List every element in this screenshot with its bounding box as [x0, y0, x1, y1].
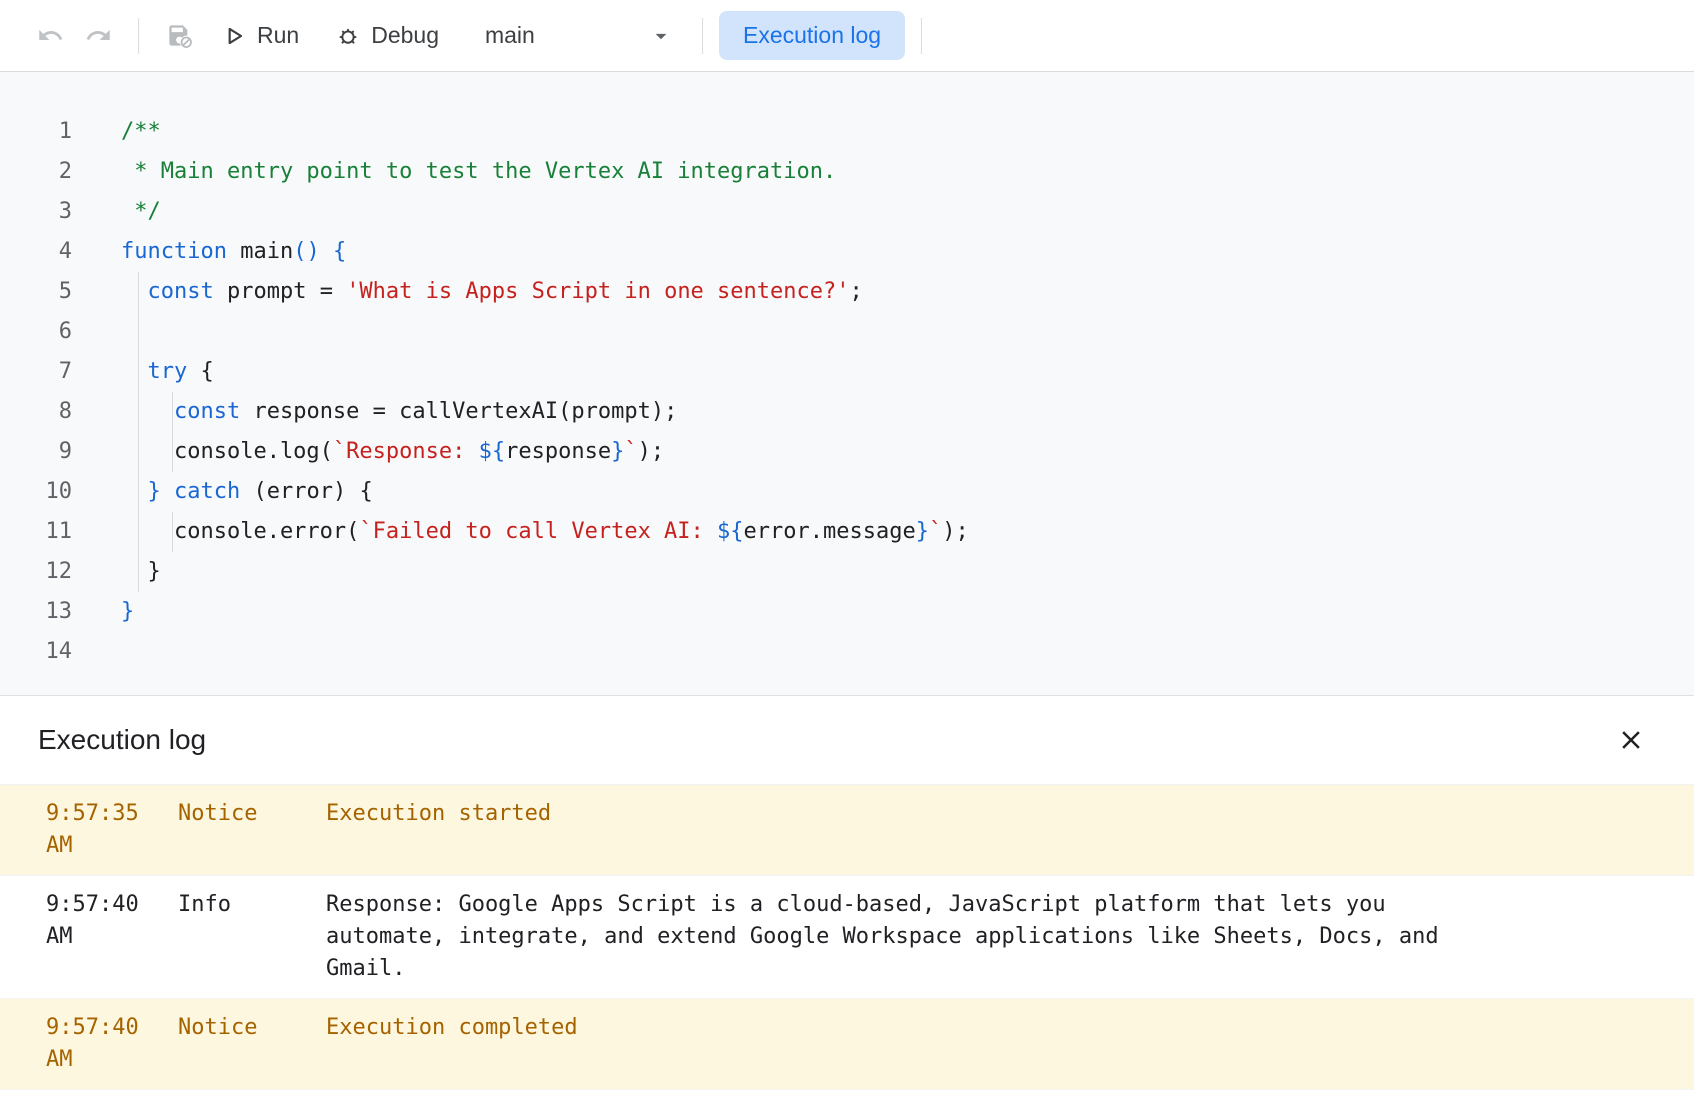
- line-number[interactable]: 1: [0, 112, 72, 152]
- redo-button[interactable]: [74, 12, 122, 60]
- code-text: } catch (error) {: [121, 472, 373, 512]
- log-row: 9:57:40 AMNoticeExecution completed: [0, 999, 1694, 1090]
- line-number[interactable]: 5: [0, 272, 72, 312]
- code-line[interactable]: 4 function main() {: [0, 232, 1694, 272]
- toolbar-divider: [138, 18, 139, 54]
- indent-guide: [172, 392, 173, 472]
- code-line[interactable]: 1 /**: [0, 112, 1694, 152]
- code-lines: 1/**2 * Main entry point to test the Ver…: [0, 112, 1694, 672]
- line-number[interactable]: 13: [0, 592, 72, 632]
- toolbar-divider: [702, 18, 703, 54]
- code-text: * Main entry point to test the Vertex AI…: [121, 152, 836, 192]
- code-text: */: [121, 192, 161, 232]
- function-selector[interactable]: main: [471, 12, 686, 60]
- log-time: 9:57:40 AM: [0, 1012, 178, 1076]
- execution-log-button[interactable]: Execution log: [719, 11, 905, 60]
- code-text: }: [121, 552, 161, 592]
- play-icon: [221, 23, 247, 49]
- code-line[interactable]: 6: [0, 312, 1694, 352]
- line-number[interactable]: 10: [0, 472, 72, 512]
- function-selector-value: main: [485, 22, 535, 49]
- indent-guide: [138, 272, 139, 592]
- close-button[interactable]: [1612, 721, 1650, 759]
- code-text: console.error(`Failed to call Vertex AI:…: [121, 512, 969, 552]
- line-number[interactable]: 8: [0, 392, 72, 432]
- log-row: 9:57:35 AMNoticeExecution started: [0, 785, 1694, 876]
- log-row: 9:57:40 AMInfoResponse: Google Apps Scri…: [0, 876, 1694, 999]
- code-line[interactable]: 14: [0, 632, 1694, 672]
- close-icon: [1616, 725, 1646, 755]
- log-message: Execution completed: [326, 1012, 578, 1044]
- log-level: Info: [178, 889, 326, 921]
- toolbar-divider: [921, 18, 922, 54]
- log-entries: 9:57:35 AMNoticeExecution started9:57:40…: [0, 784, 1694, 1090]
- line-number[interactable]: 3: [0, 192, 72, 232]
- line-number[interactable]: 11: [0, 512, 72, 552]
- log-time: 9:57:35 AM: [0, 798, 178, 862]
- run-button[interactable]: Run: [203, 12, 317, 60]
- debug-button[interactable]: Debug: [317, 12, 457, 60]
- code-line[interactable]: 3 */: [0, 192, 1694, 232]
- debug-label: Debug: [371, 22, 439, 49]
- line-number[interactable]: 4: [0, 232, 72, 272]
- line-number[interactable]: 7: [0, 352, 72, 392]
- code-text: /**: [121, 112, 161, 152]
- run-label: Run: [257, 22, 299, 49]
- execution-log-header: Execution log: [0, 696, 1694, 784]
- log-level: Notice: [178, 798, 326, 830]
- line-number[interactable]: 9: [0, 432, 72, 472]
- toolbar: Run Debug main Execution log: [0, 0, 1694, 72]
- log-message: Execution started: [326, 798, 551, 830]
- code-line[interactable]: 11 console.error(`Failed to call Vertex …: [0, 512, 1694, 552]
- save-button[interactable]: [155, 12, 203, 60]
- log-level: Notice: [178, 1012, 326, 1044]
- line-number[interactable]: 2: [0, 152, 72, 192]
- undo-icon: [37, 22, 64, 49]
- line-number[interactable]: 6: [0, 312, 72, 352]
- debug-icon: [335, 23, 361, 49]
- code-line[interactable]: 2 * Main entry point to test the Vertex …: [0, 152, 1694, 192]
- code-line[interactable]: 10 } catch (error) {: [0, 472, 1694, 512]
- code-line[interactable]: 9 console.log(`Response: ${response}`);: [0, 432, 1694, 472]
- code-text: try {: [121, 352, 214, 392]
- code-line[interactable]: 8 const response = callVertexAI(prompt);: [0, 392, 1694, 432]
- code-line[interactable]: 5 const prompt = 'What is Apps Script in…: [0, 272, 1694, 312]
- execution-log-panel: Execution log 9:57:35 AMNoticeExecution …: [0, 695, 1694, 1090]
- code-line[interactable]: 12 }: [0, 552, 1694, 592]
- log-message: Response: Google Apps Script is a cloud-…: [326, 889, 1458, 985]
- log-time: 9:57:40 AM: [0, 889, 178, 953]
- code-text: function main() {: [121, 232, 346, 272]
- code-text: console.log(`Response: ${response}`);: [121, 432, 664, 472]
- code-editor[interactable]: 1/**2 * Main entry point to test the Ver…: [0, 72, 1694, 695]
- indent-guide: [172, 512, 173, 552]
- chevron-down-icon: [648, 23, 674, 49]
- code-line[interactable]: 7 try {: [0, 352, 1694, 392]
- undo-button[interactable]: [26, 12, 74, 60]
- code-line[interactable]: 13}: [0, 592, 1694, 632]
- redo-icon: [85, 22, 112, 49]
- code-text: }: [121, 592, 134, 632]
- save-icon: [166, 22, 193, 49]
- execution-log-title: Execution log: [38, 724, 206, 756]
- code-text: const prompt = 'What is Apps Script in o…: [121, 272, 863, 312]
- line-number[interactable]: 12: [0, 552, 72, 592]
- line-number[interactable]: 14: [0, 632, 72, 672]
- code-text: const response = callVertexAI(prompt);: [121, 392, 677, 432]
